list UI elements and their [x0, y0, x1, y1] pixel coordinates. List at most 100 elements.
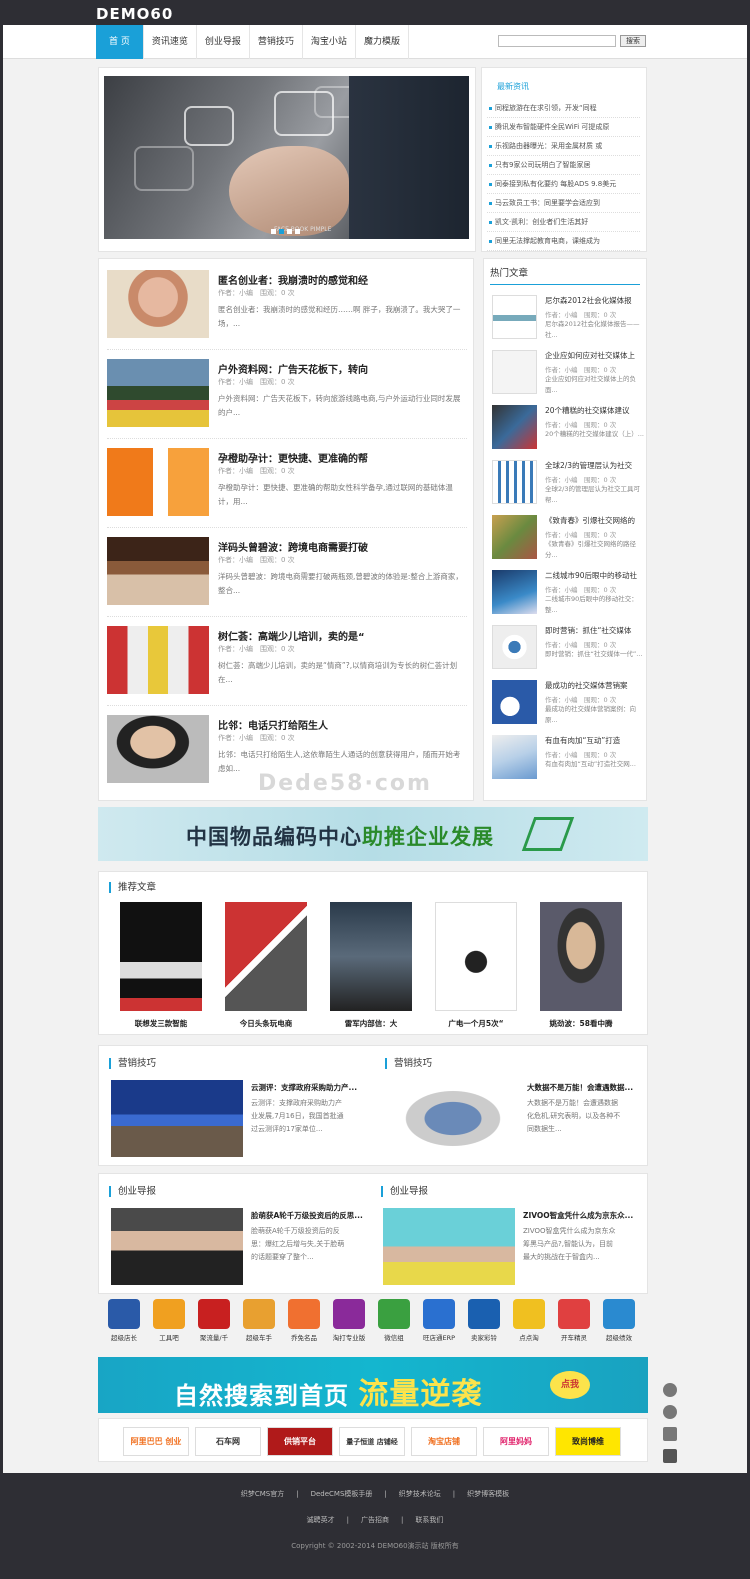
hot-item[interactable]: 有血有肉加“互动”打造 作者：小编 围观：0 次有血有肉加“互动”打造社交网...: [492, 735, 644, 787]
article-item[interactable]: 户外资料网：广告天花板下，转向 作者：小编 围观：0 次 户外资料网：广告天花板…: [107, 359, 467, 439]
user-icon[interactable]: [663, 1427, 677, 1441]
hot-title[interactable]: 二线城市90后眼中的移动社: [545, 570, 645, 581]
marketing-headline-left[interactable]: 云测评：支撑政府采购助力产...: [251, 1082, 357, 1093]
hot-thumbnail[interactable]: [492, 625, 537, 669]
app-icon[interactable]: 乔免名品: [286, 1299, 322, 1342]
app-icon[interactable]: 超级店长: [106, 1299, 142, 1342]
partner-logo[interactable]: 致尚博维: [555, 1427, 621, 1456]
nav-item-news[interactable]: 资讯速览: [144, 25, 197, 59]
search-input[interactable]: [498, 35, 616, 47]
footer-link[interactable]: 织梦博客模板: [467, 1490, 509, 1498]
footer-link[interactable]: 织梦技术论坛: [399, 1490, 441, 1498]
search-button[interactable]: 搜索: [620, 35, 646, 47]
app-icon[interactable]: 点点淘: [511, 1299, 547, 1342]
recommend-title[interactable]: 姚劲波：58看中腾: [531, 1018, 631, 1029]
hot-thumbnail[interactable]: [492, 350, 537, 394]
article-thumbnail[interactable]: [107, 626, 209, 694]
hot-thumbnail[interactable]: [492, 460, 537, 504]
partner-logo[interactable]: 石车网: [195, 1427, 261, 1456]
article-title[interactable]: 树仁荟：高端少儿培训，卖的是“: [218, 628, 365, 643]
app-icon[interactable]: 超级车手: [241, 1299, 277, 1342]
recommend-thumbnail[interactable]: [435, 902, 517, 1011]
news-item[interactable]: 凯文·凯利：创业者们生活其好: [487, 213, 640, 232]
hot-item[interactable]: 即时营销：抓住“社交媒体 作者：小编 围观：0 次即时营销：抓住“社交媒体一代”.…: [492, 625, 644, 677]
marketing-headline-right[interactable]: 大数据不是万能！会遭遇数据...: [527, 1082, 633, 1093]
article-thumbnail[interactable]: [107, 448, 209, 516]
weibo-icon[interactable]: [663, 1383, 677, 1397]
slider-dot[interactable]: [287, 229, 292, 234]
news-item[interactable]: 腾讯发布智能硬件全民WiFi 可提成原: [487, 118, 640, 137]
marketing-thumbnail-left[interactable]: [111, 1080, 243, 1157]
hot-title[interactable]: 《致青春》引爆社交网络的: [545, 515, 645, 526]
hot-thumbnail[interactable]: [492, 680, 537, 724]
hot-item[interactable]: 二线城市90后眼中的移动社 作者：小编 围观：0 次二线城市90后眼中的移动社交：…: [492, 570, 644, 622]
recommend-thumbnail[interactable]: [120, 902, 202, 1011]
footer-link[interactable]: 织梦CMS官方: [241, 1490, 284, 1498]
article-item[interactable]: 树仁荟：高端少儿培训，卖的是“ 作者：小编 围观：0 次 树仁荟：高端少儿培训，…: [107, 626, 467, 706]
qq-icon[interactable]: [663, 1405, 677, 1419]
article-item[interactable]: 孕橙助孕计：更快捷、更准确的帮 作者：小编 围观：0 次 孕橙助孕计：更快捷、更…: [107, 448, 467, 528]
recommend-thumbnail[interactable]: [225, 902, 307, 1011]
partner-logo[interactable]: 淘宝店铺: [411, 1427, 477, 1456]
news-item[interactable]: 同泰接到私有化要约 每股ADS 9.8美元: [487, 175, 640, 194]
hot-thumbnail[interactable]: [492, 295, 537, 339]
footer-link[interactable]: 联系我们: [415, 1516, 443, 1524]
recommend-title[interactable]: 联想发三款智能: [111, 1018, 211, 1029]
article-title[interactable]: 户外资料网：广告天花板下，转向: [218, 361, 368, 376]
hot-thumbnail[interactable]: [492, 570, 537, 614]
hot-title[interactable]: 20个糟糕的社交媒体建议: [545, 405, 645, 416]
hot-thumbnail[interactable]: [492, 515, 537, 559]
app-icon[interactable]: 聚流量/千: [196, 1299, 232, 1342]
slider-dot[interactable]: [295, 229, 300, 234]
hot-thumbnail[interactable]: [492, 735, 537, 779]
article-item[interactable]: 洋码头曾碧波：跨境电商需要打破 作者：小编 围观：0 次 洋码头曾碧波：跨境电商…: [107, 537, 467, 617]
news-item[interactable]: 只有9家公司玩明白了智能家居: [487, 156, 640, 175]
click-me-button[interactable]: 点我: [550, 1371, 590, 1399]
partner-logo[interactable]: 阿里妈妈: [483, 1427, 549, 1456]
recommend-thumbnail[interactable]: [330, 902, 412, 1011]
app-icon[interactable]: 旺店通ERP: [421, 1299, 457, 1342]
nav-item-taobao[interactable]: 淘宝小站: [303, 25, 356, 59]
article-thumbnail[interactable]: [107, 715, 209, 783]
article-title[interactable]: 洋码头曾碧波：跨境电商需要打破: [218, 539, 368, 554]
ad-banner-seo[interactable]: 自然搜索到首页 流量逆袭 点我: [98, 1357, 648, 1413]
article-thumbnail[interactable]: [107, 270, 209, 338]
nav-item-home[interactable]: 首 页: [96, 25, 144, 59]
marketing-thumbnail-right[interactable]: [387, 1080, 519, 1157]
hot-title[interactable]: 尼尔森2012社会化媒体报: [545, 295, 645, 306]
hot-title[interactable]: 企业应如何应对社交媒体上: [545, 350, 645, 361]
ad-banner-gs1[interactable]: 中国物品编码中心助推企业发展: [98, 807, 648, 861]
footer-link[interactable]: DedeCMS模板手册: [311, 1490, 373, 1498]
slider-dot-active[interactable]: [279, 229, 284, 234]
startup-headline-right[interactable]: ZIVOO智盒凭什么成为京东众...: [523, 1210, 633, 1221]
app-icon[interactable]: 超级绩效: [601, 1299, 637, 1342]
article-title[interactable]: 匿名创业者：我崩溃时的感觉和经: [218, 272, 368, 287]
startup-thumbnail-left[interactable]: [111, 1208, 243, 1285]
app-icon[interactable]: 卖家彩铃: [466, 1299, 502, 1342]
hot-item[interactable]: 《致青春》引爆社交网络的 作者：小编 围观：0 次《致青春》引爆社交网络的路径分.…: [492, 515, 644, 567]
footer-link[interactable]: 诚聘英才: [307, 1516, 335, 1524]
startup-thumbnail-right[interactable]: [383, 1208, 515, 1285]
hot-item[interactable]: 尼尔森2012社会化媒体报 作者：小编 围观：0 次尼尔森2012社会化媒体报告—…: [492, 295, 644, 347]
app-icon[interactable]: 淘打专业版: [331, 1299, 367, 1342]
partner-logo[interactable]: 阿里巴巴 创业: [123, 1427, 189, 1456]
hot-item[interactable]: 企业应如何应对社交媒体上 作者：小编 围观：0 次企业应如何应对社交媒体上的负面.…: [492, 350, 644, 402]
article-thumbnail[interactable]: [107, 359, 209, 427]
article-item[interactable]: 匿名创业者：我崩溃时的感觉和经 作者：小编 围观：0 次 匿名创业者：我崩溃时的…: [107, 270, 467, 350]
recommend-title[interactable]: 今日头条玩电商: [216, 1018, 316, 1029]
nav-item-templates[interactable]: 魔力模版: [356, 25, 409, 59]
slider-dot[interactable]: [271, 229, 276, 234]
hot-title[interactable]: 有血有肉加“互动”打造: [545, 735, 645, 746]
app-icon[interactable]: 开车精灵: [556, 1299, 592, 1342]
partner-logo[interactable]: 供销平台: [267, 1427, 333, 1456]
footer-link[interactable]: 广告招商: [361, 1516, 389, 1524]
hot-title[interactable]: 最成功的社交媒体营销案: [545, 680, 645, 691]
article-title[interactable]: 孕橙助孕计：更快捷、更准确的帮: [218, 450, 368, 465]
recommend-title[interactable]: 广电一个月5次“: [426, 1018, 526, 1029]
news-item[interactable]: 同里无法撑起教育电商，课维成为: [487, 232, 640, 251]
app-icon[interactable]: 微信组: [376, 1299, 412, 1342]
site-logo[interactable]: DEMO60: [96, 5, 173, 23]
hot-item[interactable]: 全球2/3的管理层认为社交 作者：小编 围观：0 次全球2/3的管理层认为社交工具…: [492, 460, 644, 512]
partner-logo[interactable]: 量子恒道 店铺经: [339, 1427, 405, 1456]
nav-item-marketing[interactable]: 营销技巧: [250, 25, 303, 59]
